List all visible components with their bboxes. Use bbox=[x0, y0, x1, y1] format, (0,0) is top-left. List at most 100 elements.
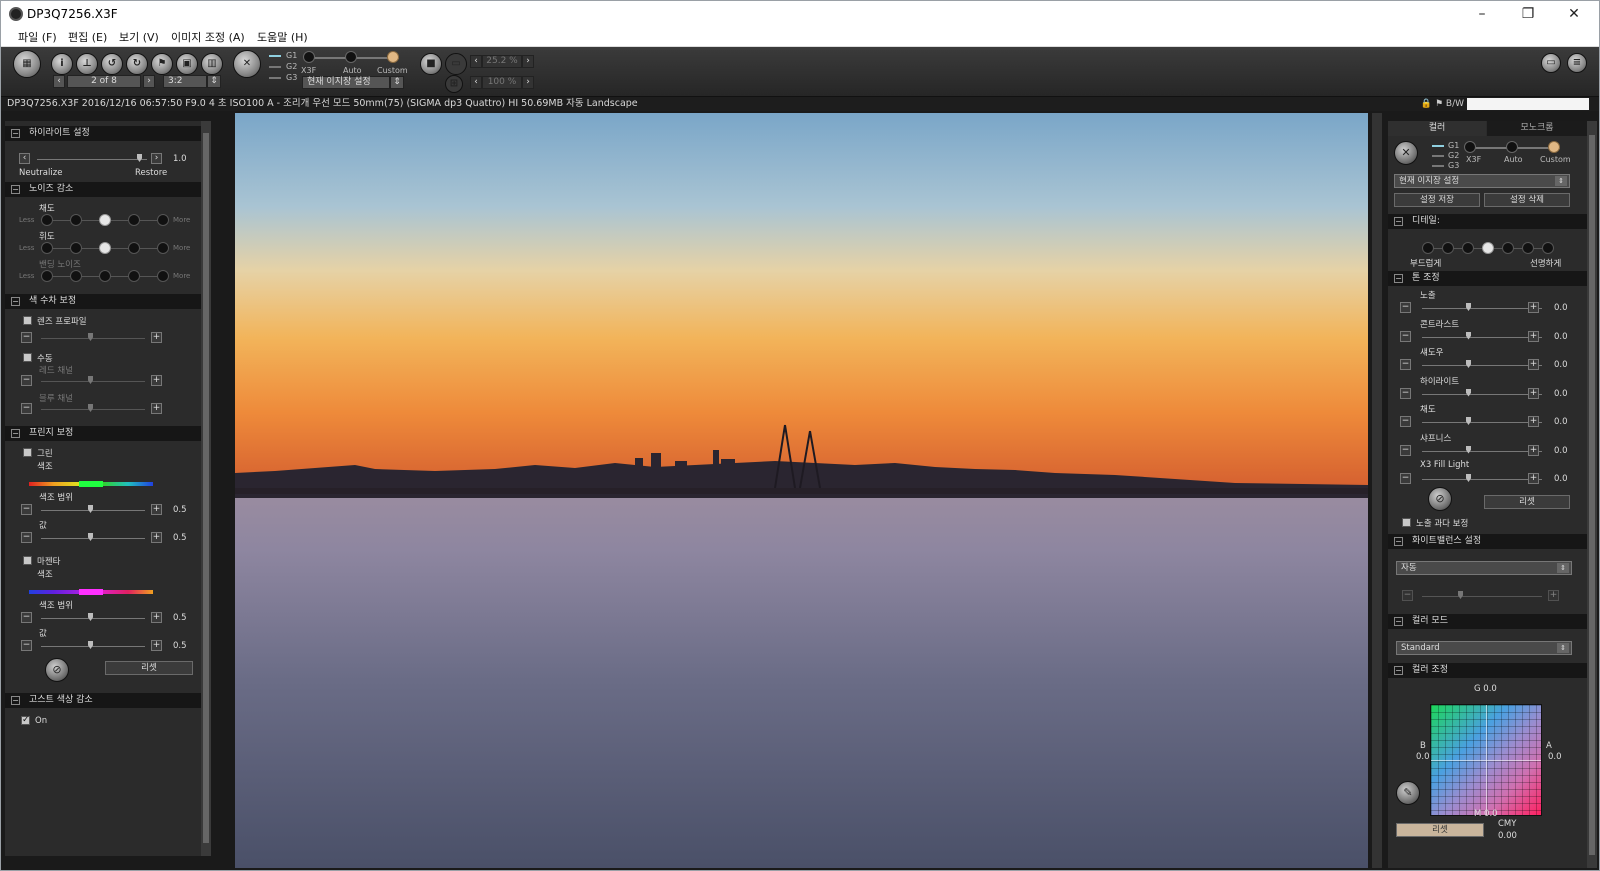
red-slider-thumb[interactable] bbox=[88, 376, 93, 384]
green-range-thumb[interactable] bbox=[88, 505, 93, 513]
detail-dot-7[interactable] bbox=[1542, 242, 1554, 254]
wb-slider[interactable] bbox=[1422, 596, 1542, 597]
luma-dot-2[interactable] bbox=[70, 242, 82, 254]
wb-dec-button[interactable]: − bbox=[1402, 590, 1413, 601]
right-panel-scrollbar[interactable] bbox=[1587, 121, 1597, 868]
close-button[interactable]: ✕ bbox=[1551, 1, 1597, 27]
tone-slider-thumb[interactable] bbox=[1466, 474, 1471, 482]
left-scroll-thumb[interactable] bbox=[203, 133, 209, 843]
magenta-amount-thumb[interactable] bbox=[88, 641, 93, 649]
delete-settings-button[interactable]: 설정 삭제 bbox=[1484, 193, 1570, 207]
green-range-inc-button[interactable]: + bbox=[151, 504, 162, 515]
fit-view-icon[interactable]: ▭ bbox=[445, 53, 467, 75]
magenta-range-thumb[interactable] bbox=[88, 613, 93, 621]
right-mode-knob-custom[interactable] bbox=[1548, 141, 1560, 153]
thumbnail-view-icon[interactable]: ▦ bbox=[13, 50, 41, 78]
lens-slider[interactable] bbox=[41, 338, 145, 339]
tone-inc-button[interactable]: + bbox=[1528, 302, 1539, 313]
chroma-dot-4[interactable] bbox=[128, 214, 140, 226]
green-amount-slider[interactable] bbox=[41, 538, 145, 539]
zoom1-next-button[interactable]: › bbox=[522, 55, 534, 68]
luma-dot-1[interactable] bbox=[41, 242, 53, 254]
manual-checkbox[interactable] bbox=[23, 353, 32, 362]
chroma-dot-1[interactable] bbox=[41, 214, 53, 226]
section-highlight[interactable]: − 하이라이트 설정 bbox=[5, 126, 201, 141]
magenta-range-dec-button[interactable]: − bbox=[21, 612, 32, 623]
lens-slider-thumb[interactable] bbox=[88, 333, 93, 341]
lock-icon[interactable]: ▣ bbox=[176, 53, 198, 75]
save-settings-button[interactable]: 설정 저장 bbox=[1394, 193, 1480, 207]
detail-dot-6[interactable] bbox=[1522, 242, 1534, 254]
main-image-viewer[interactable] bbox=[235, 113, 1368, 868]
detail-dot-2[interactable] bbox=[1442, 242, 1454, 254]
fringe-picker-icon[interactable]: ⊘ bbox=[45, 658, 69, 682]
tab-monochrome[interactable]: 모노크롬 bbox=[1487, 121, 1587, 136]
banding-dot-3[interactable] bbox=[99, 270, 111, 282]
green-checkbox[interactable] bbox=[23, 448, 32, 457]
luma-dot-3[interactable] bbox=[99, 242, 111, 254]
blue-slider-thumb[interactable] bbox=[88, 404, 93, 412]
highlight-slider[interactable] bbox=[37, 159, 147, 160]
adjust-panel-icon[interactable]: ≡ bbox=[1567, 53, 1587, 73]
actual-size-icon[interactable]: ⊞ bbox=[445, 75, 463, 93]
image-panel-icon[interactable]: ▭ bbox=[1541, 53, 1561, 73]
mode-knob-x3f[interactable] bbox=[303, 51, 315, 63]
zoom2-prev-button[interactable]: ‹ bbox=[470, 76, 482, 89]
red-slider[interactable] bbox=[41, 381, 145, 382]
color-eyedropper-icon[interactable]: ✎ bbox=[1396, 781, 1420, 805]
menu-edit[interactable]: 편집 (E) bbox=[68, 29, 107, 45]
banding-dot-5[interactable] bbox=[157, 270, 169, 282]
right-mode-knob-auto[interactable] bbox=[1506, 141, 1518, 153]
luma-dot-4[interactable] bbox=[128, 242, 140, 254]
tone-slider-thumb[interactable] bbox=[1466, 360, 1471, 368]
left-panel-scrollbar[interactable] bbox=[201, 121, 211, 856]
detail-dot-1[interactable] bbox=[1422, 242, 1434, 254]
green-amount-thumb[interactable] bbox=[88, 533, 93, 541]
highlight-slider-thumb[interactable] bbox=[137, 154, 142, 162]
tone-inc-button[interactable]: + bbox=[1528, 473, 1539, 484]
zoom2-next-button[interactable]: › bbox=[522, 76, 534, 89]
tone-slider-thumb[interactable] bbox=[1466, 331, 1471, 340]
detail-dot-4[interactable] bbox=[1482, 242, 1494, 254]
menu-file[interactable]: 파일 (F) bbox=[18, 29, 57, 45]
magenta-amount-slider[interactable] bbox=[41, 646, 145, 647]
green-hue-range-marker[interactable] bbox=[79, 481, 103, 487]
fringe-reset-button[interactable]: 리셋 bbox=[105, 661, 193, 675]
aspect-ratio-select[interactable]: 3:2 bbox=[163, 75, 207, 88]
banding-dot-2[interactable] bbox=[70, 270, 82, 282]
detail-dot-3[interactable] bbox=[1462, 242, 1474, 254]
color-adjust-grid[interactable] bbox=[1430, 704, 1542, 816]
banding-dot-4[interactable] bbox=[128, 270, 140, 282]
stop-icon[interactable]: ■ bbox=[420, 53, 442, 75]
tone-slider[interactable] bbox=[1422, 393, 1542, 395]
section-ghost[interactable]: − 고스트 색상 감소 bbox=[5, 693, 201, 708]
tone-slider[interactable] bbox=[1422, 422, 1542, 423]
red-dec-button[interactable]: − bbox=[21, 375, 32, 386]
rotate-left-icon[interactable]: ↺ bbox=[101, 53, 123, 75]
tone-slider[interactable] bbox=[1422, 308, 1542, 309]
lens-profile-checkbox[interactable] bbox=[23, 316, 32, 325]
mode-knob-auto[interactable] bbox=[345, 51, 357, 63]
prev-page-button[interactable]: ‹ bbox=[53, 75, 65, 88]
tone-slider[interactable] bbox=[1422, 450, 1542, 452]
minimize-button[interactable]: – bbox=[1459, 1, 1505, 27]
aspect-ratio-arrow-icon[interactable]: ⇕ bbox=[207, 75, 221, 88]
tone-slider-thumb[interactable] bbox=[1466, 388, 1471, 397]
magenta-amount-dec-button[interactable]: − bbox=[21, 640, 32, 651]
wb-inc-button[interactable]: + bbox=[1548, 590, 1559, 601]
tone-inc-button[interactable]: + bbox=[1528, 416, 1539, 427]
tone-dec-button[interactable]: − bbox=[1400, 387, 1411, 399]
right-scroll-thumb[interactable] bbox=[1589, 135, 1595, 855]
tone-slider[interactable] bbox=[1422, 479, 1542, 480]
x3f-mode-icon-right[interactable]: ✕ bbox=[1394, 141, 1418, 165]
lens-inc-button[interactable]: + bbox=[151, 332, 162, 343]
tone-inc-button[interactable]: + bbox=[1528, 330, 1539, 342]
tone-inc-button[interactable]: + bbox=[1528, 444, 1539, 456]
tone-dec-button[interactable]: − bbox=[1400, 330, 1411, 342]
magenta-hue-range-marker[interactable] bbox=[79, 589, 103, 595]
rotate-right-icon[interactable]: ↻ bbox=[126, 53, 148, 75]
tone-inc-button[interactable]: + bbox=[1528, 359, 1539, 370]
section-detail[interactable]: − 디테일: bbox=[1388, 214, 1587, 229]
banding-dot-1[interactable] bbox=[41, 270, 53, 282]
tone-dec-button[interactable]: − bbox=[1400, 416, 1411, 427]
